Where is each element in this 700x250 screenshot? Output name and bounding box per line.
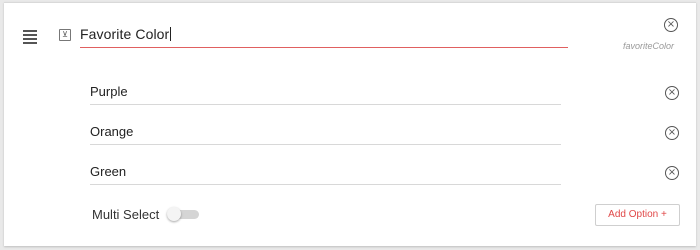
text-caret <box>170 27 172 41</box>
add-option-button[interactable]: Add Option + <box>595 204 680 226</box>
remove-option-button-3[interactable]: × <box>665 166 679 180</box>
option-label: Green <box>90 164 127 179</box>
remove-option-button-1[interactable]: × <box>665 86 679 100</box>
field-key-label: favoriteColor <box>622 41 674 51</box>
drag-handle-icon[interactable] <box>23 30 37 44</box>
question-card: ⊻ Favorite Color × favoriteColor Purple … <box>4 2 696 246</box>
remove-option-button-2[interactable]: × <box>665 126 679 140</box>
option-label: Orange <box>90 124 134 139</box>
option-input-2[interactable]: Orange <box>90 122 561 145</box>
multi-select-label: Multi Select <box>92 207 160 222</box>
multi-select-toggle[interactable] <box>167 207 199 221</box>
dropdown-type-icon: ⊻ <box>59 29 71 41</box>
question-title-input[interactable]: Favorite Color <box>80 23 568 48</box>
option-input-3[interactable]: Green <box>90 162 561 185</box>
question-title-text: Favorite Color <box>80 26 170 42</box>
delete-question-button[interactable]: × <box>664 18 678 32</box>
toggle-thumb <box>167 207 181 221</box>
option-input-1[interactable]: Purple <box>90 82 561 105</box>
option-label: Purple <box>90 84 128 99</box>
